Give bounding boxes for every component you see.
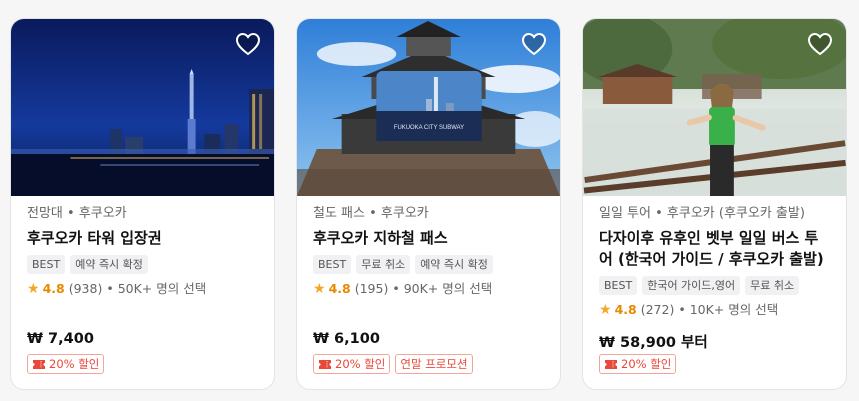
rating-score: 4.8 bbox=[328, 281, 351, 296]
coupon-icon bbox=[33, 359, 45, 369]
review-count: (195) bbox=[354, 281, 389, 296]
badge-list: 20% 할인 bbox=[599, 354, 677, 374]
discount-label: 20% 할인 bbox=[335, 357, 386, 371]
rating-score: 4.8 bbox=[42, 281, 65, 296]
product-card[interactable]: FUKUOKA CITY SUBWAY 철도 패스 • 후쿠오카 후쿠오카 지하… bbox=[296, 18, 561, 390]
product-card[interactable]: 전망대 • 후쿠오카 후쿠오카 타워 입장권 BEST 예약 즉시 확정 ★ 4… bbox=[10, 18, 275, 390]
tag-list: BEST 예약 즉시 확정 bbox=[27, 255, 258, 274]
discount-badge: 20% 할인 bbox=[27, 354, 105, 374]
product-image[interactable]: FUKUOKA CITY SUBWAY bbox=[297, 19, 560, 196]
selected-count: • 50K+ 명의 선택 bbox=[106, 281, 207, 296]
tag-instant-confirm: 예약 즉시 확정 bbox=[415, 255, 493, 274]
product-category: 일일 투어 • 후쿠오카 (후쿠오카 출발) bbox=[599, 206, 805, 221]
tag-best: BEST bbox=[27, 255, 66, 274]
rating-score: 4.8 bbox=[614, 302, 637, 317]
product-image[interactable] bbox=[11, 19, 274, 196]
rating-row: ★ 4.8 (272) • 10K+ 명의 선택 bbox=[599, 302, 830, 318]
badge-list: 20% 할인 bbox=[27, 354, 105, 374]
badge-list: 20% 할인 연말 프로모션 bbox=[313, 354, 473, 374]
discount-badge: 20% 할인 bbox=[599, 354, 677, 374]
product-image[interactable] bbox=[583, 19, 846, 196]
tag-instant-confirm: 예약 즉시 확정 bbox=[70, 255, 148, 274]
product-card[interactable]: 일일 투어 • 후쿠오카 (후쿠오카 출발) 다자이후 유후인 벳부 일일 버스… bbox=[582, 18, 847, 390]
product-title[interactable]: 후쿠오카 타워 입장권 bbox=[27, 228, 258, 249]
discount-label: 20% 할인 bbox=[621, 357, 672, 371]
product-category: 철도 패스 • 후쿠오카 bbox=[313, 206, 429, 221]
rating-row: ★ 4.8 (938) • 50K+ 명의 선택 bbox=[27, 281, 258, 297]
product-title[interactable]: 후쿠오카 지하철 패스 bbox=[313, 228, 544, 249]
wishlist-heart-icon[interactable] bbox=[235, 32, 261, 56]
tag-best: BEST bbox=[599, 276, 638, 295]
selected-count: • 90K+ 명의 선택 bbox=[392, 281, 493, 296]
tag-free-cancel: 무료 취소 bbox=[745, 276, 800, 295]
tag-korean-guide: 한국어 가이드,영어 bbox=[642, 276, 741, 295]
product-title[interactable]: 다자이후 유후인 벳부 일일 버스 투어 (한국어 가이드 / 후쿠오카 출발) bbox=[599, 228, 830, 270]
discount-label: 20% 할인 bbox=[49, 357, 100, 371]
tag-list: BEST 무료 취소 예약 즉시 확정 bbox=[313, 255, 544, 274]
product-price: ₩ 7,400 bbox=[27, 331, 94, 347]
product-price: ₩ 6,100 bbox=[313, 331, 380, 347]
coupon-icon bbox=[319, 359, 331, 369]
star-icon: ★ bbox=[27, 281, 40, 297]
discount-badge: 20% 할인 bbox=[313, 354, 391, 374]
tag-free-cancel: 무료 취소 bbox=[356, 255, 411, 274]
star-icon: ★ bbox=[599, 302, 612, 318]
promo-badge: 연말 프로모션 bbox=[395, 354, 473, 374]
coupon-icon bbox=[605, 359, 617, 369]
review-count: (272) bbox=[640, 302, 675, 317]
wishlist-heart-icon[interactable] bbox=[521, 32, 547, 56]
subway-card-text: FUKUOKA CITY SUBWAY bbox=[394, 125, 464, 131]
wishlist-heart-icon[interactable] bbox=[807, 32, 833, 56]
tag-best: BEST bbox=[313, 255, 352, 274]
promo-label: 연말 프로모션 bbox=[400, 357, 468, 371]
star-icon: ★ bbox=[313, 281, 326, 297]
product-price: ₩ 58,900 부터 bbox=[599, 335, 708, 351]
selected-count: • 10K+ 명의 선택 bbox=[678, 302, 779, 317]
product-category: 전망대 • 후쿠오카 bbox=[27, 206, 127, 221]
review-count: (938) bbox=[68, 281, 103, 296]
rating-row: ★ 4.8 (195) • 90K+ 명의 선택 bbox=[313, 281, 544, 297]
tag-list: BEST 한국어 가이드,영어 무료 취소 bbox=[599, 276, 830, 295]
